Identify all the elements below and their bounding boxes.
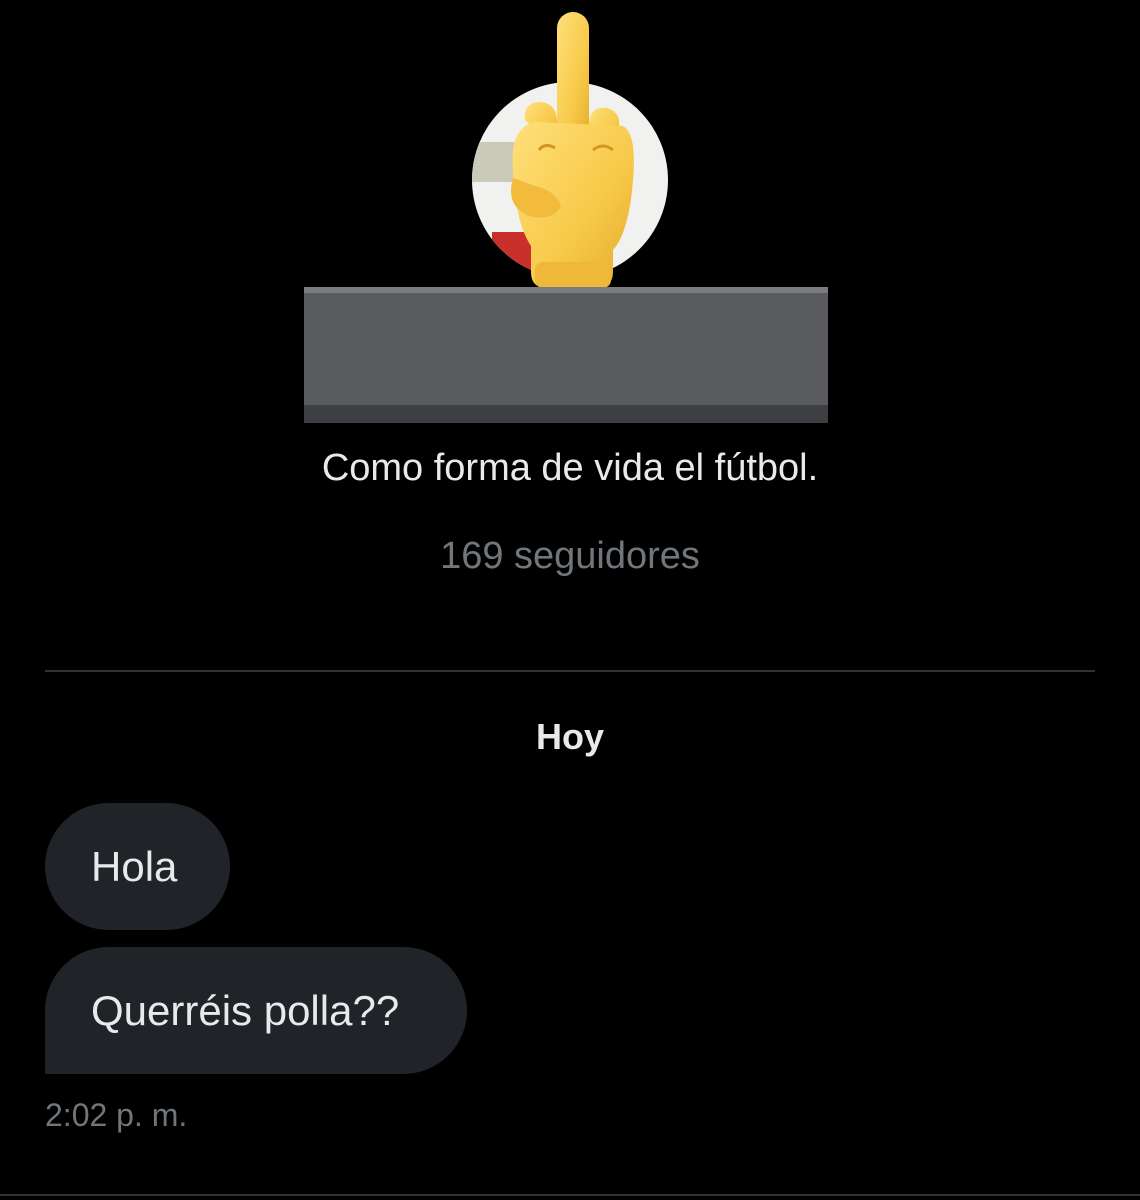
profile-bio: Como forma de vida el fútbol. [321, 447, 819, 489]
message-text: Hola [91, 842, 178, 890]
message-timestamp: 2:02 p. m. [45, 1097, 188, 1133]
followers-count[interactable]: 169 seguidores [0, 532, 1140, 580]
middle-finger-emoji-icon [511, 12, 634, 288]
date-separator: Hoy [535, 716, 604, 757]
message-text: Querréis polla?? [91, 986, 400, 1034]
divider [45, 670, 1095, 672]
bottom-divider [0, 1194, 1140, 1196]
profile-header: Como forma de vida el fútbol. 169 seguid… [0, 0, 1140, 670]
message-bubble[interactable]: Querréis polla?? [45, 947, 467, 1074]
message-bubble[interactable]: Hola [45, 803, 230, 930]
name-redaction-box [304, 287, 828, 423]
